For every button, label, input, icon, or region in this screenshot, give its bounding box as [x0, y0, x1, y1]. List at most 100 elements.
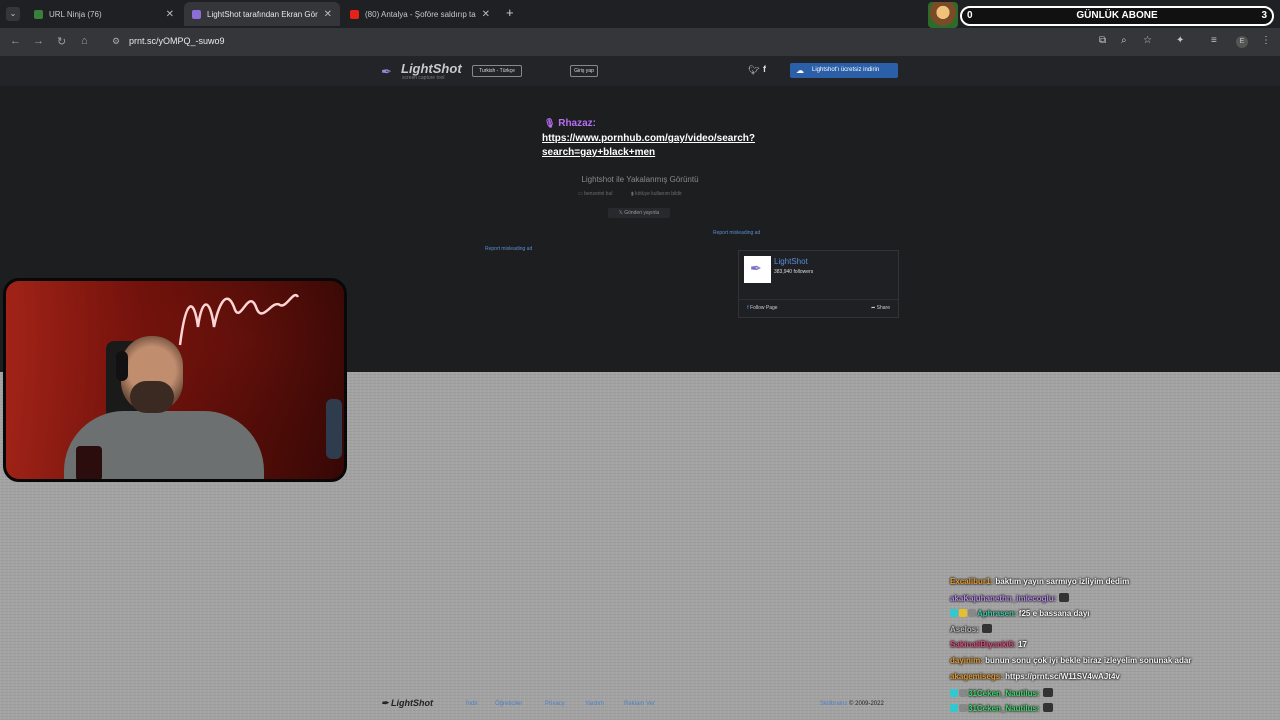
footer-company-link[interactable]: Skillbrains	[820, 701, 847, 707]
footer-link-privacy[interactable]: Privacy	[545, 701, 565, 707]
stream-chat: Excalibur1: baktım yayın sarmıyo izliyim…	[950, 577, 1270, 719]
chat-text: f25 e bassana dayı	[1016, 608, 1090, 618]
tab-title: URL Ninja (76)	[49, 9, 102, 19]
chat-message: akaKajuhanethn_imlecoglu:	[950, 592, 1270, 609]
new-tab-icon[interactable]: +	[506, 5, 514, 20]
follow-page-label: Follow Page	[750, 305, 778, 311]
mug	[76, 446, 102, 479]
chat-username: Aselos:	[950, 625, 979, 635]
chat-username: 31Ceken_Nautilus:	[968, 688, 1040, 698]
chat-username: Aphrasen:	[977, 608, 1017, 618]
chat-badge-icon	[968, 608, 976, 617]
chat-username: Excalibur1:	[950, 577, 994, 586]
screen: ⌄ URL Ninja (76) ✕ LightShot tarafından …	[0, 0, 1280, 720]
language-select[interactable]: Turkish - Türkçe	[472, 65, 522, 77]
fb-followers: 383,940 followers	[774, 269, 814, 275]
facebook-icon: f	[747, 305, 749, 311]
extensions-icon[interactable]: ✦	[1176, 35, 1184, 46]
footer-link-help[interactable]: Yardım	[585, 701, 604, 707]
chat-text: bunun sonu çok iyi bekle biraz izleyelim…	[982, 655, 1192, 665]
tab-title: LightShot tarafından Ekran Görü	[207, 9, 318, 19]
chat-username: akagemisegs:	[950, 671, 1003, 681]
tab-lightshot[interactable]: LightShot tarafından Ekran Görü ✕	[184, 2, 340, 26]
chat-message: Excalibur1: baktım yayın sarmıyo izliyim…	[950, 577, 1270, 593]
reading-list-icon[interactable]: ≡	[1211, 35, 1217, 46]
report-abuse-label: kötüye kullanım bildir	[635, 191, 682, 197]
chat-message: 31Ceken_Nautilus:	[950, 687, 1270, 704]
chat-message: akagemisegs: https://prnt.sc/W11SV4wAJt4…	[950, 672, 1270, 688]
neon-sign-icon	[178, 293, 300, 346]
tab-youtube[interactable]: (80) Antalya - Şoföre saldırıp ta ✕	[342, 2, 498, 26]
tweet-button-label: Gönderi yayınla	[624, 210, 660, 216]
chat-message: Aphrasen: f25 e bassana dayı	[950, 608, 1270, 625]
browser-toolbar: ← → ↻ ⌂ ⚙ prnt.sc/yOMPQ_-suwo9 ⧉ ⌕ ☆ ✦ ≡…	[0, 28, 1280, 56]
share-button[interactable]: ➦ Share	[871, 305, 890, 311]
tab-search-button[interactable]: ⌄	[6, 7, 20, 21]
tab-favicon-icon	[350, 9, 359, 19]
address-bar[interactable]: ⚙ prnt.sc/yOMPQ_-suwo9	[104, 32, 1244, 52]
facebook-icon[interactable]: f	[763, 64, 766, 74]
footer-link-download[interactable]: İndir	[466, 701, 478, 707]
share-label: Share	[876, 305, 890, 311]
site-info-icon[interactable]: ⚙	[112, 36, 120, 47]
tab-title: (80) Antalya - Şoföre saldırıp ta	[365, 9, 476, 19]
overlay-chat-user: Rhazaz:	[558, 118, 597, 129]
tab-url-ninja[interactable]: URL Ninja (76) ✕	[26, 2, 182, 26]
feather-logo-icon: ✒	[381, 64, 392, 79]
zoom-icon[interactable]: ⌕	[1121, 35, 1127, 46]
menu-kebab-icon[interactable]: ⋮	[1261, 35, 1271, 46]
overlay-chat-url-line2: search=gay+black+men	[542, 147, 656, 158]
chat-badge-icon	[950, 704, 958, 713]
download-button[interactable]: ☁ Lightshot'ı ücretsiz indirin	[790, 63, 898, 78]
tweet-button[interactable]: 𝕏 Gönderi yayınla	[608, 208, 670, 218]
address-url[interactable]: prnt.sc/yOMPQ_-suwo9	[129, 36, 225, 46]
footer-logo[interactable]: ✒ LightShot	[381, 698, 433, 709]
home-icon[interactable]: ⌂	[81, 35, 88, 47]
webcam-overlay	[3, 278, 347, 482]
lightshot-fb-logo-icon[interactable]: ✒	[744, 256, 771, 283]
subscriber-goal-bar: 0 GÜNLÜK ABONE 3	[960, 6, 1274, 26]
login-button[interactable]: Giriş yap	[570, 65, 598, 77]
chat-badge-icon	[959, 704, 967, 713]
overlay-chat-username: 🎙︎ Rhazaz:	[544, 118, 596, 129]
find-similar-link[interactable]: ▭ benzerini bul	[578, 191, 612, 197]
chat-emote-icon	[1042, 687, 1053, 697]
report-ad-link-right[interactable]: Report misleading ad	[713, 230, 760, 236]
twitter-icon[interactable]: 🐦︎	[748, 65, 759, 76]
report-abuse-link[interactable]: ▮ kötüye kullanım bildir	[631, 191, 682, 197]
logo-tagline: screen capture tool	[402, 75, 445, 81]
headset-icon	[116, 351, 128, 381]
bookmark-star-icon[interactable]: ☆	[1143, 35, 1152, 46]
chat-text: https://prnt.sc/W11SV4wAJt4v	[1002, 671, 1120, 681]
close-tab-icon[interactable]: ✕	[482, 9, 490, 20]
chat-username: dayinim:	[950, 655, 983, 665]
back-icon[interactable]: ←	[10, 35, 21, 47]
microphone-badge-icon: 🎙︎	[544, 118, 556, 128]
install-app-icon[interactable]: ⧉	[1099, 35, 1106, 46]
chat-badge-icon	[950, 608, 958, 617]
download-button-label: Lightshot'ı ücretsiz indirin	[812, 67, 880, 73]
download-cloud-icon: ☁	[796, 66, 804, 75]
forward-icon[interactable]: →	[33, 35, 44, 47]
footer-link-advertise[interactable]: Reklam Ver	[624, 701, 655, 707]
footer-logo-text: LightShot	[391, 698, 434, 708]
follow-page-button[interactable]: f Follow Page	[747, 305, 778, 311]
facebook-page-widget: ✒ LightShot 383,940 followers f Follow P…	[738, 250, 899, 318]
chat-username: akaKajuhanethn_imlecoglu:	[950, 593, 1057, 603]
chat-message: dayinim: bunun sonu çok iyi bekle biraz …	[950, 656, 1270, 672]
divider	[739, 299, 898, 300]
chat-message: Aselos:	[950, 624, 1270, 640]
lightshot-logo[interactable]: LightShot	[401, 61, 462, 76]
footer-link-tutorials[interactable]: Öğreticiler	[495, 701, 522, 707]
overlay-chat-link[interactable]: https://www.pornhub.com/gay/video/search…	[542, 132, 755, 160]
fb-page-name[interactable]: LightShot	[774, 257, 808, 266]
lightshot-header: ✒ LightShot screen capture tool Turkish …	[0, 56, 1280, 86]
close-tab-icon[interactable]: ✕	[324, 9, 332, 20]
report-ad-link-left[interactable]: Report misleading ad	[485, 246, 532, 252]
close-tab-icon[interactable]: ✕	[166, 9, 174, 20]
microphone-icon	[326, 399, 342, 459]
profile-avatar-icon[interactable]: E	[1236, 36, 1248, 48]
reload-icon[interactable]: ↻	[57, 35, 66, 48]
chat-badge-icon	[959, 608, 967, 617]
tab-favicon-icon	[34, 9, 43, 19]
